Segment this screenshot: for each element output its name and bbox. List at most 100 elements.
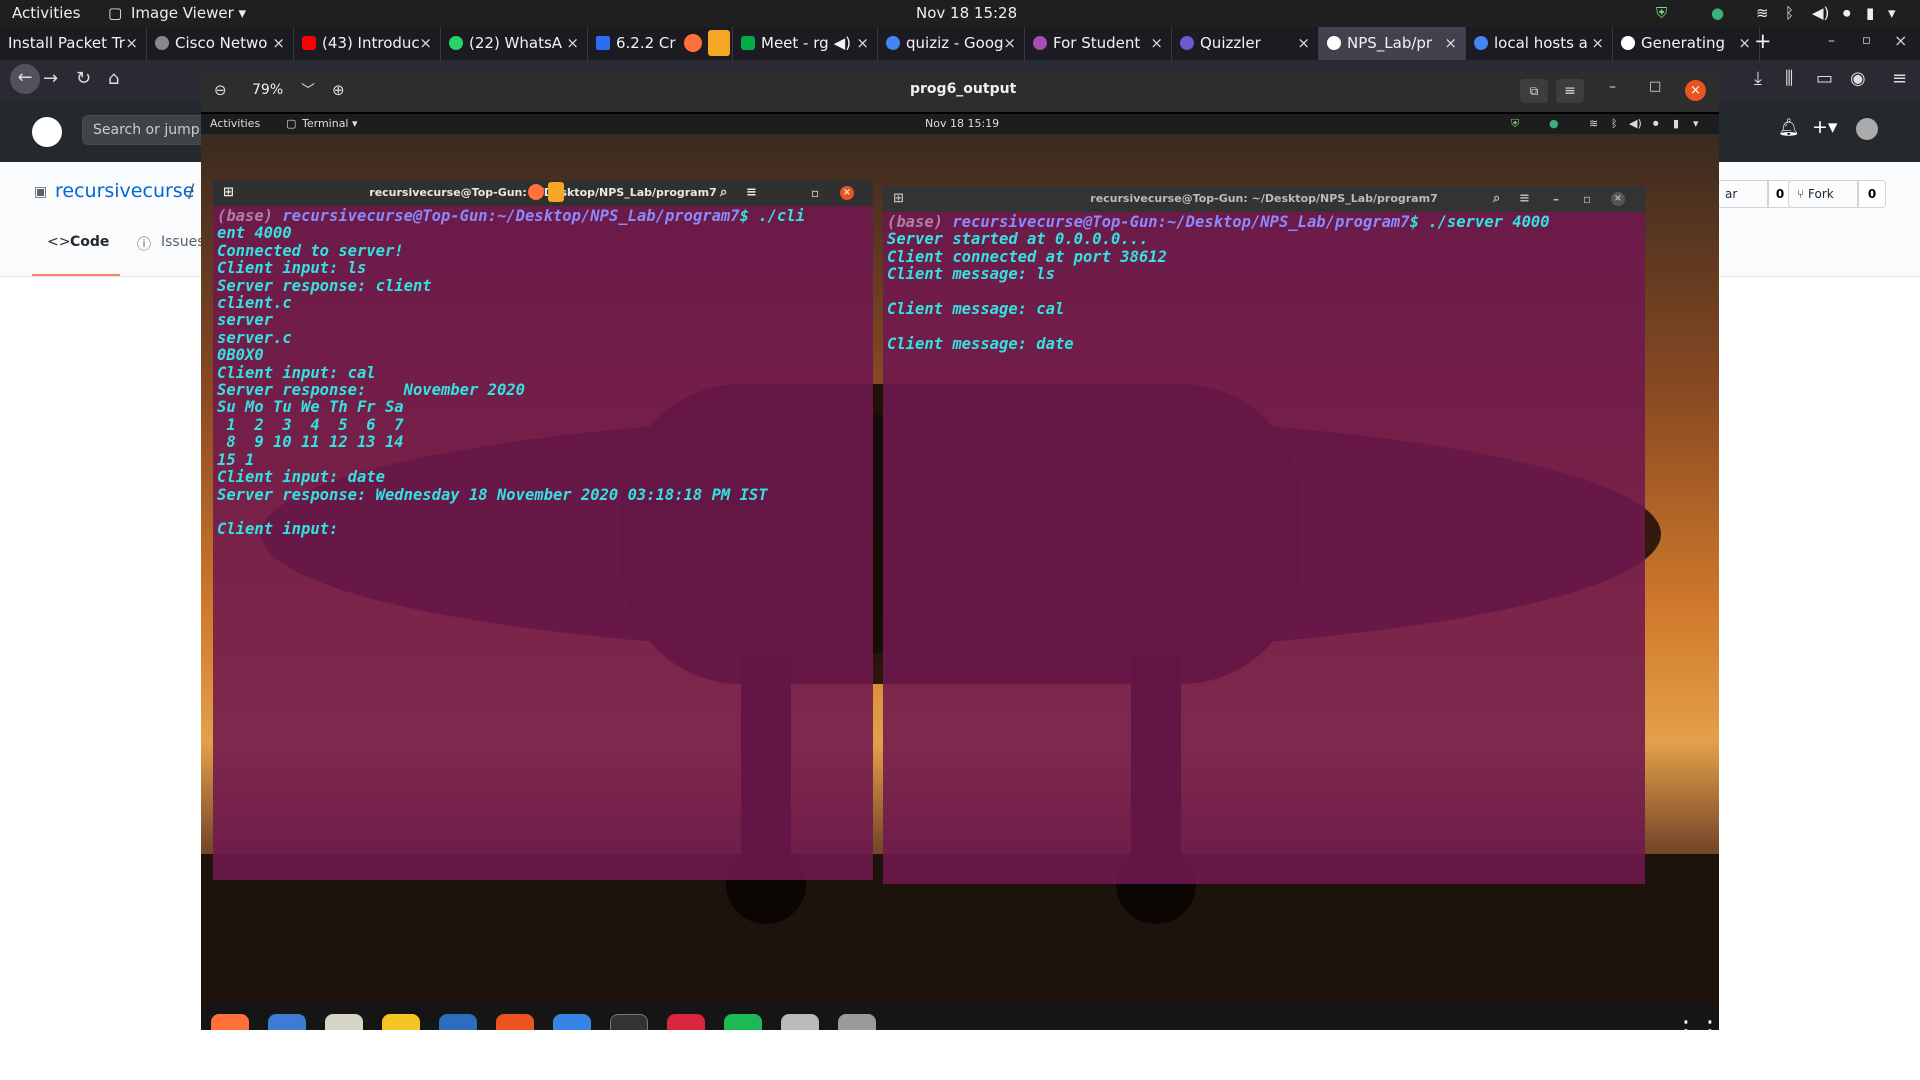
terminal-line: Client message: cal: [887, 300, 1065, 319]
zoom-dropdown-chevron-icon[interactable]: ﹀: [301, 80, 315, 100]
browser-tab[interactable]: Meet - rg ◀) ×: [733, 27, 878, 60]
cisco-favicon-icon: [155, 36, 169, 50]
zoom-out-icon[interactable]: ⊖: [214, 81, 227, 99]
tab-label: Quizzler: [1200, 34, 1261, 52]
browser-tab-active[interactable]: NPS_Lab/pr ×: [1319, 27, 1466, 60]
tab-code-label: Code: [70, 234, 110, 250]
prompt-base: (base): [887, 213, 953, 231]
screenshot-image: Activities ▢ Terminal ▾ Nov 18 15:19 ⛨ ●…: [201, 112, 1719, 1030]
close-window-icon[interactable]: ×: [1894, 31, 1907, 50]
menu-icon: ≡: [1519, 191, 1530, 206]
terminal-line: 0B0X0: [217, 346, 264, 365]
sidebar-icon[interactable]: ▭: [1816, 68, 1833, 89]
minimize-icon[interactable]: –: [1828, 33, 1835, 49]
close-icon[interactable]: ×: [1297, 27, 1310, 60]
avatar[interactable]: [1856, 118, 1878, 140]
download-icon[interactable]: ⤓: [1754, 68, 1762, 89]
client-terminal-output: (base) recursivecurse@Top-Gun:~/Desktop/…: [217, 207, 869, 539]
zoom-in-icon[interactable]: ⊕: [332, 81, 345, 99]
tab-label: For Student: [1053, 34, 1141, 52]
speaker-icon[interactable]: ◀): [834, 27, 851, 60]
fork-count[interactable]: 0: [1858, 180, 1886, 208]
tab-label: NPS_Lab/pr: [1347, 34, 1433, 52]
inner-chevron-icon: ▾: [1693, 117, 1699, 130]
terminal-line: Client message: ls: [887, 265, 1055, 284]
activities-button[interactable]: Activities: [12, 4, 80, 22]
system-menu-chevron-icon[interactable]: ▾: [1888, 4, 1896, 22]
terminal-line: Client input:: [217, 520, 339, 539]
close-icon[interactable]: ×: [566, 27, 579, 60]
vpn-icon[interactable]: ●: [1711, 4, 1724, 22]
google-favicon-icon: [1474, 36, 1488, 50]
tab-issues[interactable]: ⓘ Issues: [135, 224, 205, 276]
terminal-line: Su Mo Tu We Th Fr Sa: [217, 398, 404, 417]
gallery-icon[interactable]: ⧉: [1520, 79, 1548, 103]
browser-tab[interactable]: quiziz - Goog ×: [878, 27, 1025, 60]
maximize-icon[interactable]: □: [1649, 79, 1661, 94]
zoom-level[interactable]: 79%: [252, 82, 283, 98]
close-icon[interactable]: ×: [272, 27, 285, 60]
app-menu[interactable]: Image Viewer ▾: [131, 4, 246, 22]
close-icon[interactable]: ×: [419, 27, 432, 60]
browser-tab[interactable]: (43) Introduc ×: [294, 27, 441, 60]
microphone-icon[interactable]: ⏺: [1843, 4, 1851, 22]
close-icon[interactable]: ×: [1150, 27, 1163, 60]
close-icon[interactable]: ×: [1003, 27, 1016, 60]
viewer-title: prog6_output: [910, 81, 1017, 97]
close-icon[interactable]: ×: [1591, 27, 1604, 60]
browser-tab[interactable]: Cisco Netwo ×: [147, 27, 294, 60]
prompt-command: $ ./cli: [739, 207, 805, 225]
inner-terminal-menu: Terminal ▾: [302, 117, 358, 130]
browser-tab-strip: Install Packet Tr × Cisco Netwo × (43) I…: [0, 27, 1920, 60]
menu-icon[interactable]: ≡: [1892, 68, 1907, 89]
tab-label: (22) WhatsA: [469, 34, 563, 52]
browser-tab[interactable]: 6.2.2 Cr: [588, 27, 733, 60]
close-icon[interactable]: ×: [125, 27, 138, 60]
browser-tab[interactable]: local hosts a ×: [1466, 27, 1613, 60]
reload-icon[interactable]: ↻: [76, 68, 91, 89]
close-icon[interactable]: ×: [1738, 27, 1751, 60]
back-arrow-icon[interactable]: ←: [10, 64, 40, 94]
account-icon[interactable]: ◉: [1850, 68, 1866, 89]
close-icon[interactable]: ×: [1685, 80, 1706, 101]
tab-code[interactable]: <> Code: [32, 224, 120, 276]
library-icon[interactable]: ⫼: [1785, 68, 1793, 89]
firefox-sharing-icon: [684, 34, 702, 52]
browser-tab[interactable]: Quizzler ×: [1172, 27, 1319, 60]
repo-owner-link[interactable]: recursivecurse: [55, 180, 194, 202]
close-icon[interactable]: ×: [1444, 27, 1457, 60]
new-tab-button[interactable]: +: [1754, 29, 1772, 53]
search-icon: ⌕: [720, 185, 728, 200]
clock[interactable]: Nov 18 15:28: [916, 4, 1017, 22]
browser-tab[interactable]: For Student ×: [1025, 27, 1172, 60]
close-icon[interactable]: ×: [856, 27, 869, 60]
volume-icon[interactable]: ◀): [1812, 4, 1829, 22]
fork-button[interactable]: ⑂ Fork: [1788, 180, 1858, 208]
plus-icon[interactable]: +▾: [1812, 116, 1837, 138]
mic-overlay-icon: [548, 182, 564, 202]
home-icon[interactable]: ⌂: [108, 68, 119, 89]
browser-tab[interactable]: (22) WhatsA ×: [441, 27, 588, 60]
github-logo-icon[interactable]: [32, 117, 62, 147]
browser-tab[interactable]: Install Packet Tr ×: [0, 27, 147, 60]
bell-icon[interactable]: 🔔︎: [1778, 118, 1800, 138]
meet-favicon-icon: [741, 36, 755, 50]
terminal-line: server: [217, 311, 273, 330]
shield-icon[interactable]: ⛨: [1656, 4, 1667, 22]
prompt-user: recursivecurse@Top-Gun: [282, 207, 488, 225]
tab-label: Generating: [1641, 34, 1726, 52]
inner-volume-icon: ◀): [1629, 117, 1642, 130]
github-favicon-icon: [1621, 36, 1635, 50]
minimize-icon[interactable]: –: [1609, 79, 1616, 95]
wifi-icon[interactable]: ≋: [1756, 4, 1769, 22]
restore-icon[interactable]: ▫: [1862, 33, 1871, 48]
browser-tab[interactable]: Generating ×: [1613, 27, 1760, 60]
battery-icon[interactable]: ▮: [1866, 4, 1874, 22]
bluetooth-icon[interactable]: ᛒ: [1785, 4, 1794, 22]
hamburger-menu-icon[interactable]: ≡: [1556, 79, 1584, 103]
terminal-line: Client input: date: [217, 468, 385, 487]
maximize-icon: ▫: [1583, 192, 1592, 206]
star-button[interactable]: ar: [1718, 180, 1768, 208]
viewer-headerbar: ⊖ 79% ﹀ ⊕ prog6_output ⧉ ≡ – □ ×: [201, 70, 1719, 112]
forward-arrow-icon[interactable]: →: [43, 68, 58, 89]
